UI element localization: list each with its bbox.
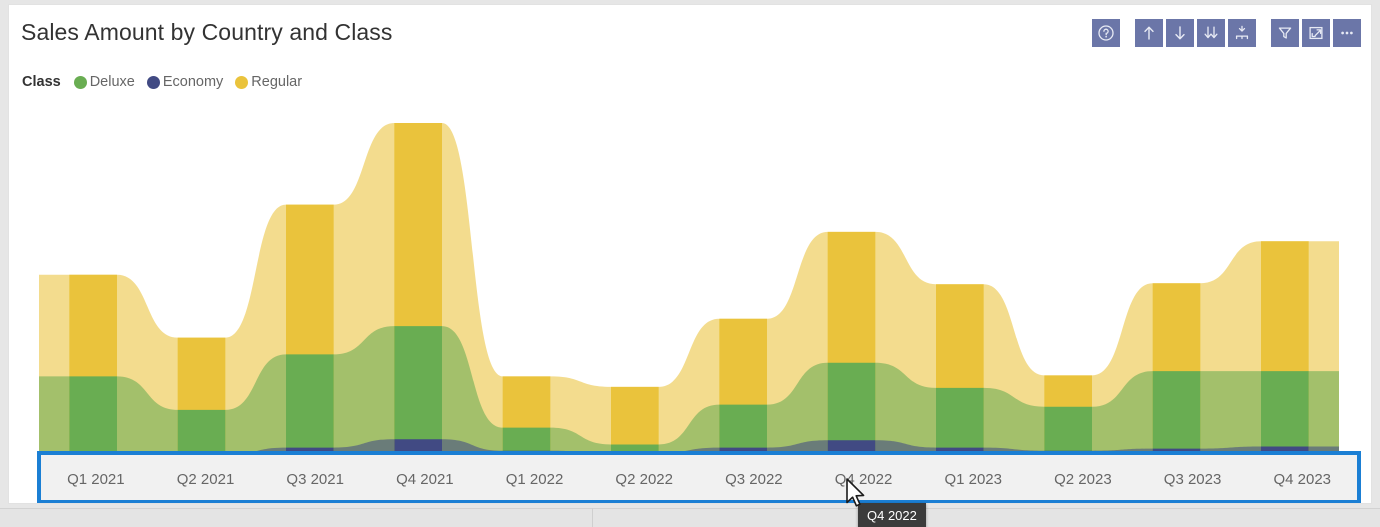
filter-icon[interactable]: [1271, 19, 1299, 47]
x-axis-tick-10[interactable]: Q2 2023: [1028, 455, 1138, 500]
x-axis-tick-2[interactable]: Q2 2021: [151, 455, 261, 500]
x-axis-tick-3[interactable]: Q3 2021: [260, 455, 370, 500]
legend-item-economy[interactable]: Economy: [146, 74, 224, 90]
legend-label-deluxe: Deluxe: [89, 74, 135, 90]
legend-swatch-deluxe: [73, 75, 87, 89]
expand-all-down-icon[interactable]: [1197, 19, 1225, 47]
drill-up-icon[interactable]: [1135, 19, 1163, 47]
legend: Class Deluxe Economy Regular: [22, 71, 314, 93]
hover-tooltip: Q4 2022: [858, 503, 926, 527]
legend-swatch-economy: [146, 75, 160, 89]
x-axis-tick-6[interactable]: Q2 2022: [589, 455, 699, 500]
page-bottom-strip: [0, 508, 1380, 527]
legend-label-regular: Regular: [251, 74, 303, 90]
area-layer-base: [39, 122, 1339, 457]
x-axis-tick-9[interactable]: Q1 2023: [918, 455, 1028, 500]
more-options-icon[interactable]: [1333, 19, 1361, 47]
x-axis-tick-7[interactable]: Q3 2022: [699, 455, 809, 500]
x-axis-tick-4[interactable]: Q4 2021: [370, 455, 480, 500]
page-title: Sales Amount by Country and Class: [21, 19, 393, 45]
focus-mode-icon[interactable]: [1302, 19, 1330, 47]
visual-header-toolbar[interactable]: [1092, 19, 1361, 47]
toolbar-separator-2: [1259, 33, 1268, 34]
x-axis-selected-region[interactable]: Q1 2021 Q2 2021 Q3 2021 Q4 2021 Q1 2022 Q2 20…: [37, 451, 1361, 503]
toolbar-separator-1: [1123, 33, 1132, 34]
chart-visual-card[interactable]: Sales Amount by Country and Class Class …: [8, 4, 1372, 504]
legend-title: Class: [22, 74, 61, 90]
legend-item-deluxe[interactable]: Deluxe: [73, 74, 135, 90]
page-bottom-seam: [592, 508, 593, 527]
legend-label-economy: Economy: [162, 74, 224, 90]
x-axis-tick-11[interactable]: Q3 2023: [1138, 455, 1248, 500]
drill-hierarchy-icon[interactable]: [1228, 19, 1256, 47]
help-icon[interactable]: [1092, 19, 1120, 47]
drill-down-icon[interactable]: [1166, 19, 1194, 47]
stacked-area-chart[interactable]: [39, 101, 1339, 457]
x-axis-tick-8[interactable]: Q4 2022: [809, 455, 919, 500]
chart-plot-area[interactable]: [39, 101, 1339, 457]
screenshot-root: Sales Amount by Country and Class Class …: [0, 0, 1380, 527]
legend-swatch-regular: [235, 75, 249, 89]
x-axis-tick-1[interactable]: Q1 2021: [41, 455, 151, 500]
legend-item-regular[interactable]: Regular: [235, 74, 302, 90]
x-axis-tick-5[interactable]: Q1 2022: [480, 455, 590, 500]
x-axis-label-row: Q1 2021 Q2 2021 Q3 2021 Q4 2021 Q1 2022 Q2 20…: [41, 455, 1357, 500]
x-axis-tick-12[interactable]: Q4 2023: [1247, 455, 1357, 500]
